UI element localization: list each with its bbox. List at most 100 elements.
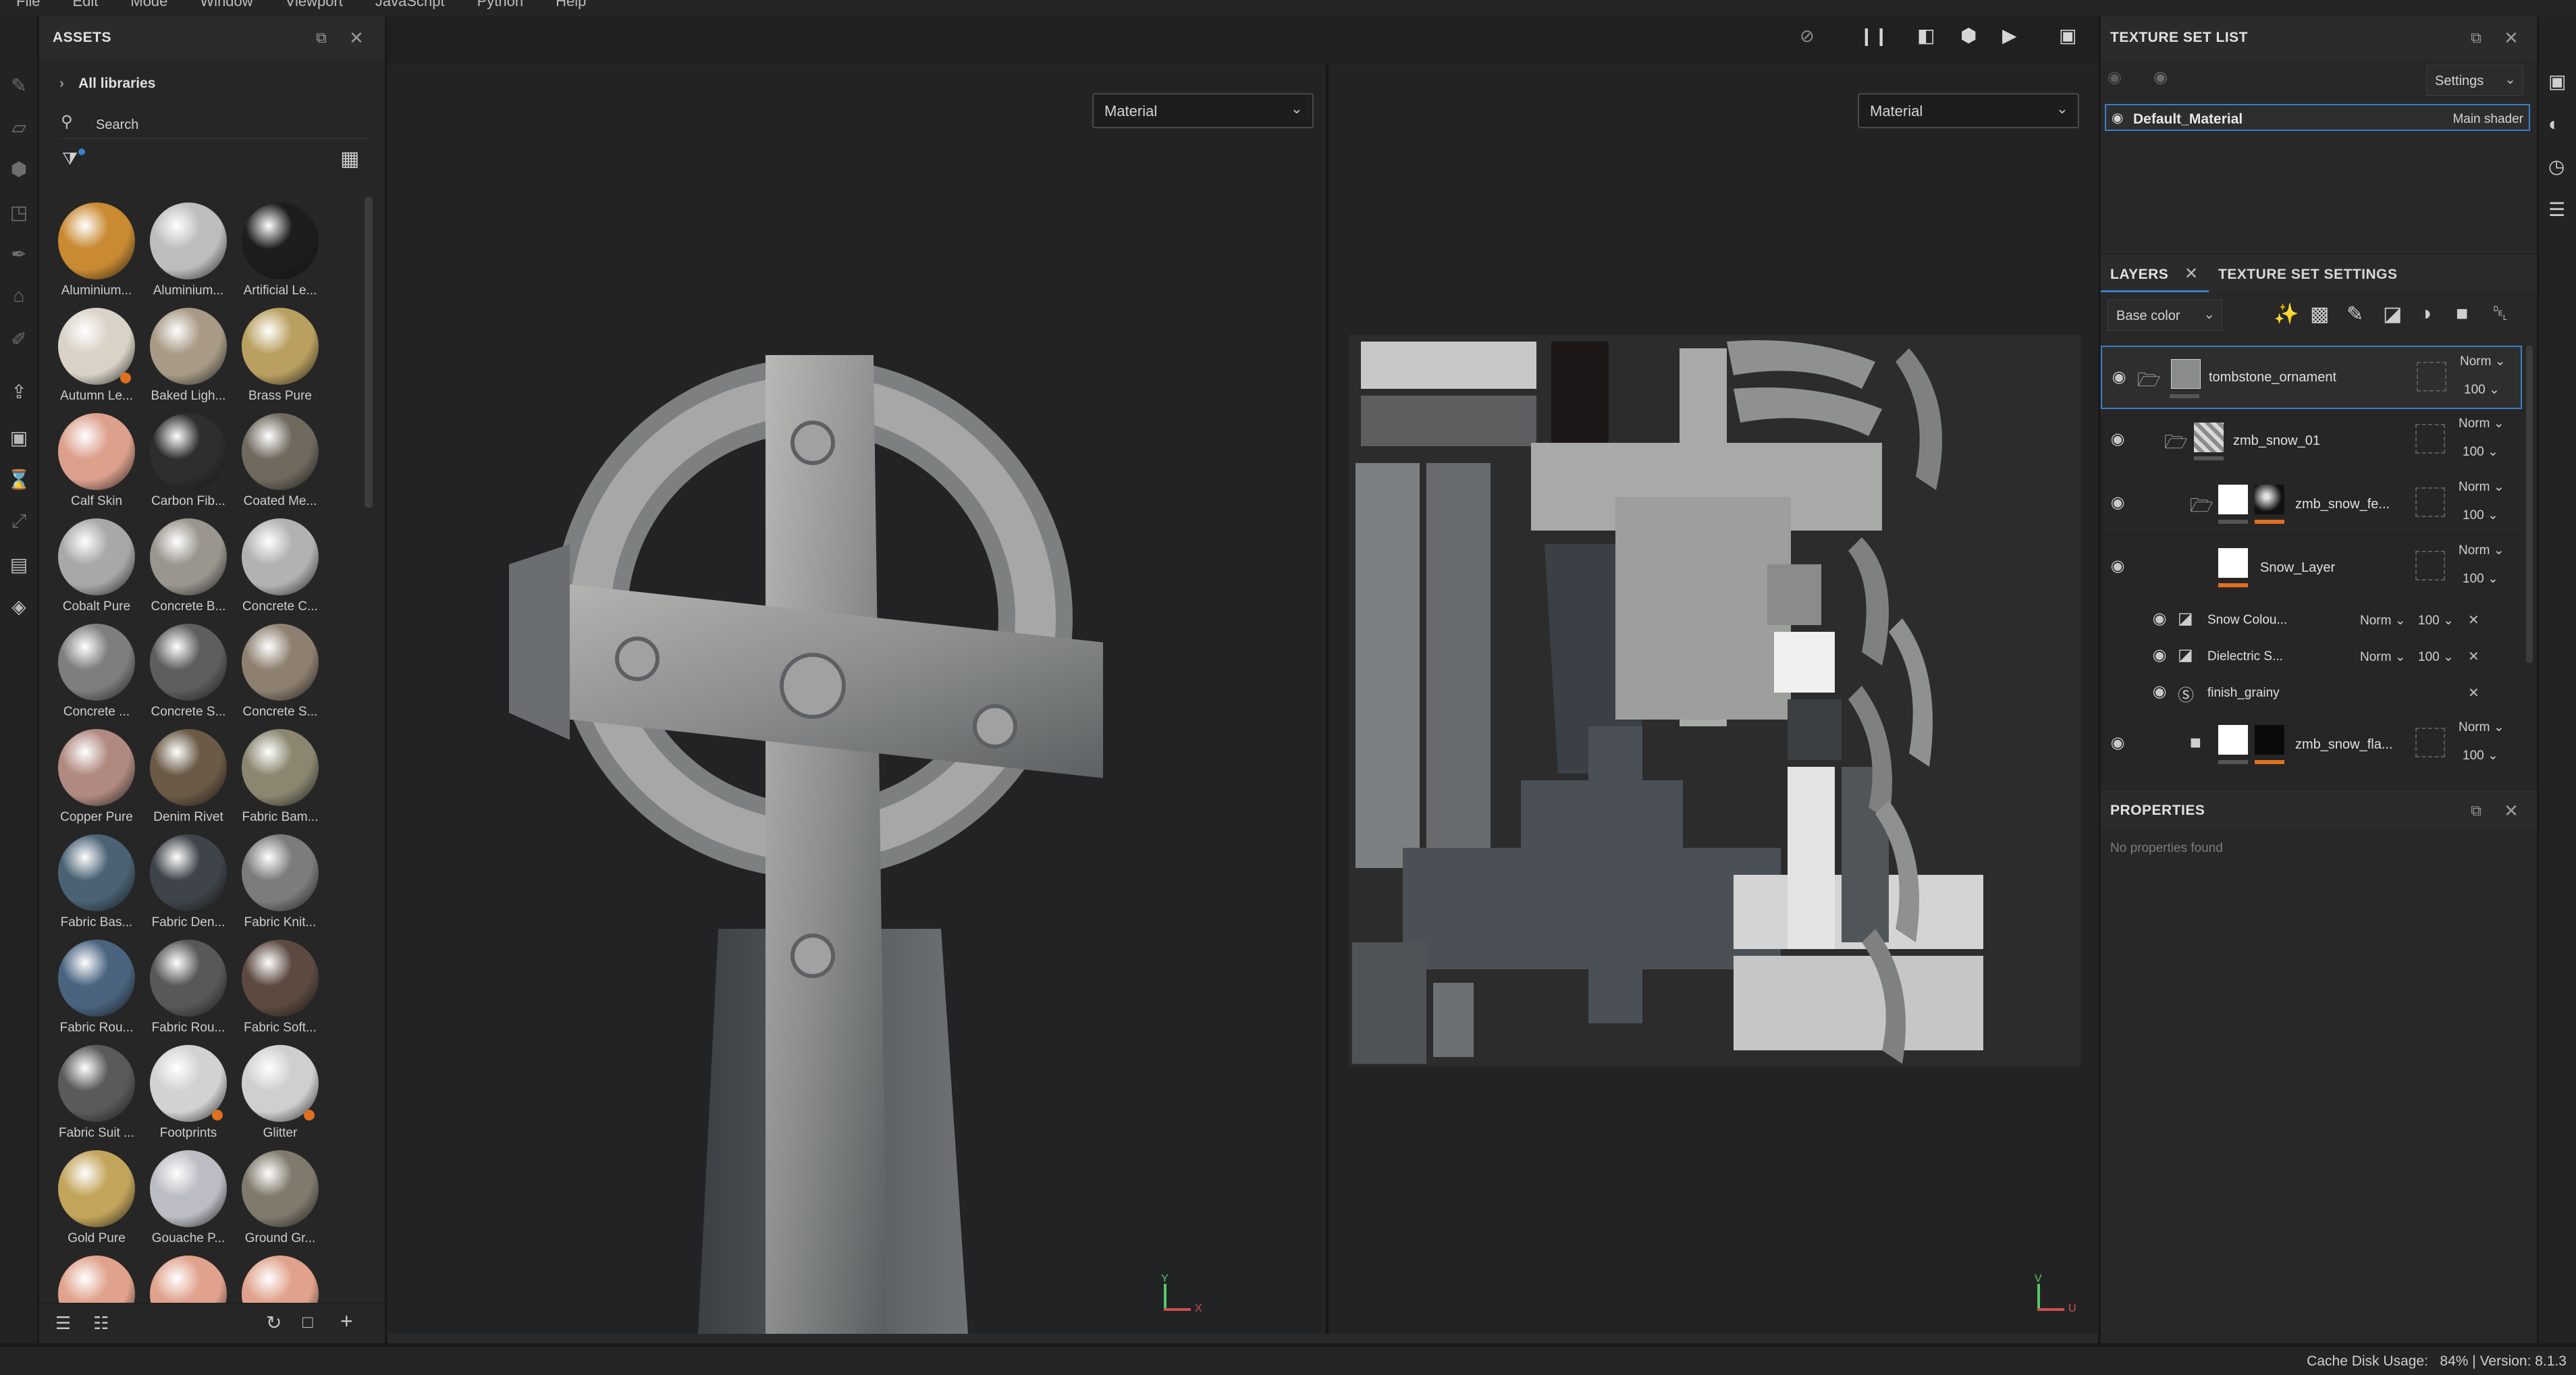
layer-name[interactable]: Snow_Layer: [2260, 560, 2335, 576]
layer-mask-slot[interactable]: [2415, 487, 2445, 517]
mesh-icon[interactable]: ◈: [5, 593, 32, 620]
opacity-field[interactable]: 100 ⌄: [2463, 444, 2498, 460]
asset-tile[interactable]: Cobalt Pure: [51, 518, 143, 624]
asset-tile[interactable]: Fabric Rou...: [51, 940, 143, 1045]
layer-row-tombstone-ornament[interactable]: ◉ 🗁 tombstone_ornament Norm ⌄ 100 ⌄: [2101, 346, 2522, 409]
eye-icon[interactable]: ◉: [2108, 431, 2128, 448]
layer-scrollbar[interactable]: [2526, 346, 2533, 663]
eye-icon[interactable]: ◉: [2153, 68, 2168, 87]
asset-tile[interactable]: Ground Gr...: [235, 1150, 327, 1256]
menu-window[interactable]: Window: [184, 0, 269, 9]
eye-icon[interactable]: ◉: [2112, 109, 2123, 126]
effect-row-dielectric[interactable]: ◉ ◪ Dielectric S... Norm ⌄ 100 ⌄ ✕: [2148, 639, 2521, 674]
asset-tile[interactable]: Footprints: [143, 1045, 235, 1150]
layer-row-zmb-snow-fla[interactable]: ◉ ■ zmb_snow_fla... Norm ⌄ 100 ⌄: [2101, 713, 2522, 776]
remove-effect-icon[interactable]: ✕: [2468, 612, 2479, 628]
opacity-field[interactable]: 100 ⌄: [2463, 748, 2498, 763]
layer-row-snow-layer[interactable]: ◉ Snow_Layer Norm ⌄ 100 ⌄: [2101, 536, 2522, 599]
asset-tile[interactable]: Concrete C...: [235, 518, 327, 624]
delete-layer-icon[interactable]: ␡: [2492, 302, 2508, 325]
log-icon[interactable]: ☰: [2548, 198, 2565, 221]
effect-row-finish-grainy[interactable]: ◉ Ⓢ finish_grainy ✕: [2148, 675, 2521, 710]
bake-icon[interactable]: ▣: [5, 424, 32, 451]
menu-mode[interactable]: Mode: [114, 0, 184, 9]
layer-row-zmb-snow-01[interactable]: ◉ 🗁 zmb_snow_01 Norm ⌄ 100 ⌄: [2101, 409, 2522, 473]
opacity-field[interactable]: 100 ⌄: [2418, 613, 2454, 628]
clone-stamp-icon[interactable]: ⌂: [5, 282, 32, 309]
effect-row-snow-colour[interactable]: ◉ ◪ Snow Colou... Norm ⌄ 100 ⌄ ✕: [2148, 602, 2521, 637]
search-input[interactable]: ⚲ Search: [59, 111, 370, 139]
asset-tile[interactable]: Gouache P...: [143, 1150, 235, 1256]
material-dropdown-2d[interactable]: Material ⌄: [1858, 93, 2079, 128]
asset-tile[interactable]: Fabric Bam...: [235, 729, 327, 834]
eye-icon[interactable]: ◉: [2149, 611, 2170, 627]
menu-edit[interactable]: Edit: [56, 0, 114, 9]
blend-mode-dropdown[interactable]: Norm ⌄: [2459, 479, 2504, 495]
smudge-icon[interactable]: ✒: [5, 240, 32, 267]
asset-tile[interactable]: Autumn Le...: [51, 308, 143, 413]
add-fill-layer-icon[interactable]: ◪: [2383, 302, 2402, 326]
opacity-field[interactable]: 100 ⌄: [2463, 571, 2498, 587]
menu-python[interactable]: Python: [461, 0, 540, 9]
close-icon[interactable]: ✕: [2184, 264, 2198, 284]
add-folder-icon[interactable]: ■: [2456, 302, 2468, 325]
paint-brush-icon[interactable]: ✎: [5, 72, 32, 99]
new-folder-icon[interactable]: □: [302, 1312, 313, 1332]
all-libraries-breadcrumb[interactable]: › All libraries: [59, 76, 370, 100]
blend-mode-dropdown[interactable]: Norm ⌄: [2459, 543, 2504, 558]
pause-icon[interactable]: ❙❙: [1859, 26, 1889, 47]
opacity-field[interactable]: 100 ⌄: [2463, 508, 2498, 523]
camera-icon[interactable]: ▶: [2002, 24, 2017, 47]
export-icon[interactable]: ⇪: [5, 378, 32, 405]
layer-name[interactable]: zmb_snow_fe...: [2295, 497, 2390, 512]
asset-tile[interactable]: Fabric Den...: [143, 834, 235, 940]
sort-icon[interactable]: ☷: [93, 1313, 109, 1334]
asset-tile[interactable]: Carbon Fib...: [143, 413, 235, 518]
eye-icon[interactable]: ◉: [2149, 684, 2170, 700]
hide-all-icon[interactable]: ◉: [2108, 68, 2122, 87]
grid-view-icon[interactable]: ▦: [340, 147, 359, 171]
polygon-fill-icon[interactable]: ◳: [5, 198, 32, 225]
hide-overlay-icon[interactable]: ⊘: [1800, 26, 1815, 47]
asset-tile[interactable]: Artificial Le...: [235, 203, 327, 308]
asset-tile[interactable]: Coated Me...: [235, 413, 327, 518]
asset-scrollbar[interactable]: [365, 197, 373, 508]
layer-name[interactable]: tombstone_ornament: [2209, 370, 2336, 385]
undock-icon[interactable]: ⧉: [309, 26, 333, 50]
hourglass-icon[interactable]: ⌛: [5, 466, 32, 493]
blend-mode-dropdown[interactable]: Norm ⌄: [2360, 613, 2406, 628]
asset-tile[interactable]: Fabric Soft...: [235, 940, 327, 1045]
split-view-icon[interactable]: ◧: [1917, 24, 1935, 47]
blend-mode-dropdown[interactable]: Norm ⌄: [2460, 354, 2506, 369]
add-smart-material-icon[interactable]: ◑: [2419, 302, 2432, 325]
asset-tile[interactable]: Concrete S...: [235, 624, 327, 729]
eye-icon[interactable]: ◉: [2108, 735, 2128, 751]
asset-tile[interactable]: Calf Skin: [51, 413, 143, 518]
asset-tile[interactable]: Brass Pure: [235, 308, 327, 413]
screenshot-icon[interactable]: ▣: [2059, 24, 2076, 47]
blend-mode-dropdown[interactable]: Norm ⌄: [2459, 416, 2504, 431]
color-picker-icon[interactable]: ✐: [5, 325, 32, 352]
channel-dropdown[interactable]: Base color ⌄: [2108, 300, 2222, 331]
opacity-field[interactable]: 100 ⌄: [2464, 382, 2500, 398]
asset-tile[interactable]: Concrete S...: [143, 624, 235, 729]
undock-icon[interactable]: ⧉: [2464, 26, 2488, 50]
asset-tile[interactable]: Fabric Rou...: [143, 940, 235, 1045]
layer-name[interactable]: zmb_snow_fla...: [2295, 737, 2393, 753]
eye-icon[interactable]: ◉: [2149, 647, 2170, 664]
asset-tile[interactable]: Concrete B...: [143, 518, 235, 624]
menu-file[interactable]: File: [0, 0, 56, 9]
add-mask-icon[interactable]: ▩: [2310, 302, 2329, 326]
opacity-field[interactable]: 100 ⌄: [2418, 649, 2454, 665]
asset-tile[interactable]: Concrete ...: [51, 624, 143, 729]
blend-mode-dropdown[interactable]: Norm ⌄: [2459, 720, 2504, 735]
add-icon[interactable]: +: [340, 1309, 353, 1334]
display-settings-icon[interactable]: ▣: [2548, 70, 2566, 92]
tab-texture-set-settings[interactable]: TEXTURE SET SETTINGS: [2218, 267, 2398, 283]
layer-row-zmb-snow-fe[interactable]: ◉ 🗁 zmb_snow_fe... Norm ⌄ 100 ⌄: [2101, 473, 2522, 536]
list-view-icon[interactable]: ☰: [55, 1313, 71, 1334]
asset-tile[interactable]: Fabric Bas...: [51, 834, 143, 940]
add-effect-icon[interactable]: ✨: [2274, 302, 2299, 326]
measure-icon[interactable]: ⤢: [5, 508, 32, 535]
remove-effect-icon[interactable]: ✕: [2468, 648, 2479, 665]
